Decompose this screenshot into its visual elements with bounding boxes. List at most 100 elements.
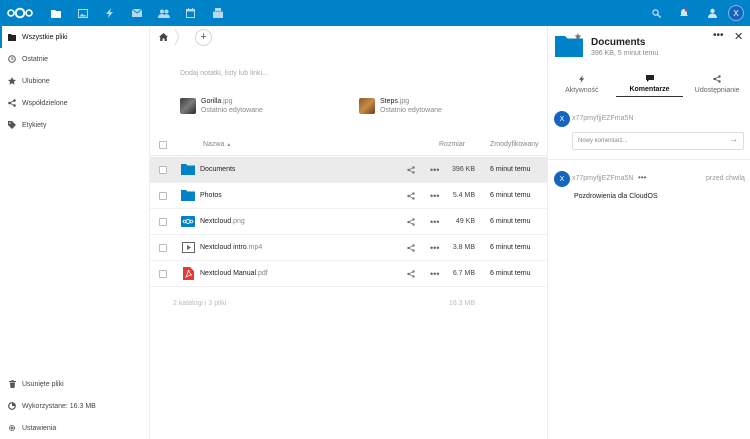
- calendar-icon[interactable]: [177, 0, 204, 26]
- contacts-menu-icon[interactable]: [700, 0, 724, 26]
- nextcloud-logo-icon[interactable]: [4, 0, 36, 26]
- contacts-icon[interactable]: [150, 0, 177, 26]
- recent-file-name: Steps.jpg: [380, 98, 410, 105]
- sidebar-item-all-files[interactable]: Wszystkie pliki: [0, 26, 149, 48]
- files-summary-counts: 2 katalogi i 3 pliki: [173, 300, 227, 307]
- sidebar-item-label: Etykiety: [22, 121, 47, 129]
- nextcloud-image-icon: [181, 216, 195, 228]
- folder-icon: [181, 190, 195, 202]
- quota-icon: [7, 402, 17, 410]
- file-name: Nextcloud.png: [200, 218, 245, 225]
- sidebar-item-shared[interactable]: Współdzielone: [0, 92, 149, 114]
- activity-icon[interactable]: [96, 0, 123, 26]
- deck-icon[interactable]: [204, 0, 231, 26]
- search-icon[interactable]: [644, 0, 668, 26]
- activity-icon: [578, 74, 585, 85]
- send-comment-icon[interactable]: →: [729, 134, 738, 144]
- more-actions-icon[interactable]: •••: [430, 269, 439, 279]
- file-table-header: Nazwa ▲ Rozmiar Zmodyfikowany: [150, 134, 547, 156]
- files-sidebar: Wszystkie pliki Ostatnie Ulubione Współd…: [0, 26, 150, 439]
- table-row[interactable]: Photos ••• 5.4 MB 6 minut temu: [150, 183, 547, 209]
- new-file-button[interactable]: +: [195, 28, 212, 46]
- table-row[interactable]: Documents ••• 396 KB 6 minut temu: [150, 157, 547, 183]
- sidebar-item-label: Współdzielone: [22, 99, 68, 107]
- tab-activity[interactable]: Aktywność: [548, 71, 616, 97]
- row-checkbox[interactable]: [159, 269, 167, 278]
- more-actions-icon[interactable]: •••: [430, 191, 439, 201]
- folder-icon: [555, 33, 583, 57]
- tab-sharing[interactable]: Udostępnianie: [683, 71, 750, 97]
- sidebar-item-label: Ustawienia: [22, 424, 57, 432]
- share-icon[interactable]: [406, 191, 416, 200]
- recent-file-subtitle: Ostatnio edytowane: [380, 107, 442, 114]
- files-main: + Dodaj notatki, listy lub linki... Gori…: [150, 26, 547, 439]
- column-modified-header[interactable]: Zmodyfikowany: [490, 141, 539, 148]
- file-size: 5.4 MB: [452, 192, 475, 199]
- table-row[interactable]: Nextcloud Manual.pdf ••• 6.7 MB 6 minut …: [150, 261, 547, 287]
- comment-more-icon[interactable]: •••: [638, 173, 646, 182]
- new-comment-input[interactable]: [572, 132, 744, 150]
- files-icon[interactable]: [42, 0, 69, 26]
- table-row[interactable]: Nextcloud.png ••• 49 KB 6 minut temu: [150, 209, 547, 235]
- photos-icon[interactable]: [69, 0, 96, 26]
- more-actions-icon[interactable]: •••: [430, 217, 439, 227]
- tag-icon: [7, 121, 17, 129]
- comment-timestamp: przed chwilą: [706, 175, 745, 182]
- more-actions-icon[interactable]: •••: [430, 165, 439, 175]
- file-name: Nextcloud Manual.pdf: [200, 270, 268, 277]
- sidebar-item-favorites[interactable]: Ulubione: [0, 70, 149, 92]
- file-modified: 6 minut temu: [490, 270, 531, 277]
- sidebar-item-label: Ulubione: [22, 77, 50, 85]
- comment-author: x77pmyfjjEZFma5N: [572, 115, 634, 122]
- row-checkbox[interactable]: [159, 165, 167, 174]
- star-icon: [7, 77, 17, 85]
- sidebar-item-tags[interactable]: Etykiety: [0, 114, 149, 136]
- file-name[interactable]: Photos: [200, 192, 222, 199]
- share-icon[interactable]: [406, 243, 416, 252]
- row-checkbox[interactable]: [159, 191, 167, 200]
- share-icon: [7, 99, 17, 107]
- comment-icon: [645, 74, 654, 84]
- comment-author: x77pmyfjjEZFma5N: [572, 175, 634, 182]
- avatar: X: [554, 111, 570, 127]
- tab-comments[interactable]: Komentarze: [615, 71, 684, 97]
- recent-file-card[interactable]: Steps.jpg Ostatnio edytowane: [359, 98, 442, 114]
- sidebar-item-label: Wykorzystane: 16.3 MB: [22, 402, 96, 410]
- details-title: Documents: [591, 37, 646, 48]
- row-checkbox[interactable]: [159, 217, 167, 226]
- close-icon[interactable]: ✕: [734, 30, 743, 43]
- column-name-header[interactable]: Nazwa ▲: [203, 141, 231, 148]
- details-tabs: Aktywność Komentarze Udostępnianie: [548, 71, 750, 97]
- row-checkbox[interactable]: [159, 243, 167, 252]
- share-icon[interactable]: [406, 165, 416, 174]
- file-modified: 6 minut temu: [490, 192, 531, 199]
- column-size-header[interactable]: Rozmiar: [439, 141, 465, 148]
- file-name[interactable]: Documents: [200, 166, 235, 173]
- mail-icon[interactable]: [123, 0, 150, 26]
- select-all-checkbox[interactable]: [159, 140, 167, 149]
- video-file-icon: [181, 242, 195, 254]
- sidebar-item-settings[interactable]: Ustawienia: [0, 417, 150, 439]
- top-header: X: [0, 0, 750, 26]
- gorilla-thumbnail: [180, 98, 196, 114]
- share-icon[interactable]: [406, 269, 416, 278]
- sidebar-item-recent[interactable]: Ostatnie: [0, 48, 149, 70]
- recent-file-card[interactable]: Gorilla.jpg Ostatnio edytowane: [180, 98, 263, 114]
- more-actions-icon[interactable]: •••: [430, 243, 439, 253]
- sidebar-item-deleted-files[interactable]: Usunięte pliki: [0, 373, 150, 395]
- table-row[interactable]: Nextcloud intro.mp4 ••• 3.8 MB 6 minut t…: [150, 235, 547, 261]
- user-avatar[interactable]: X: [728, 5, 744, 21]
- files-summary: 2 katalogi i 3 pliki 16.3 MB: [150, 300, 547, 314]
- file-modified: 6 minut temu: [490, 218, 531, 225]
- share-icon[interactable]: [406, 217, 416, 226]
- file-size: 3.8 MB: [452, 244, 475, 251]
- details-more-icon[interactable]: •••: [713, 30, 724, 41]
- home-icon[interactable]: [157, 31, 169, 43]
- divider: [548, 159, 750, 160]
- recent-file-name: Gorilla.jpg: [201, 98, 233, 105]
- folder-notes-placeholder[interactable]: Dodaj notatki, listy lub linki...: [180, 70, 268, 77]
- gear-icon: [7, 424, 17, 432]
- notifications-icon[interactable]: [672, 0, 696, 26]
- share-icon: [713, 74, 721, 85]
- folder-icon: [7, 33, 17, 41]
